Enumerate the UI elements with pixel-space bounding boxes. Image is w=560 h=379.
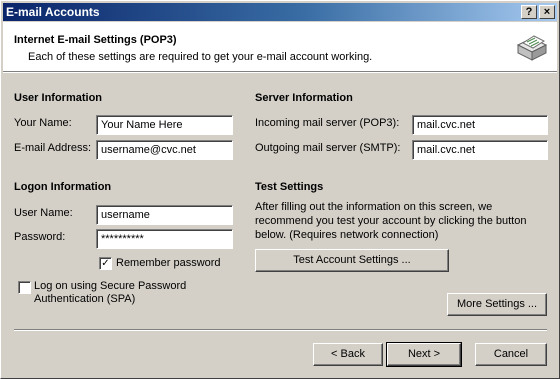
- your-name-label: Your Name:: [14, 117, 72, 129]
- test-settings-heading: Test Settings: [255, 181, 324, 193]
- username-field[interactable]: username: [96, 205, 233, 225]
- spa-checkbox[interactable]: [18, 281, 31, 294]
- next-button[interactable]: Next >: [386, 342, 462, 367]
- incoming-server-field[interactable]: mail.cvc.net: [412, 115, 548, 135]
- more-settings-button[interactable]: More Settings ...: [447, 293, 547, 316]
- spa-label-line2: Authentication (SPA): [34, 293, 136, 305]
- back-button[interactable]: < Back: [313, 343, 383, 366]
- close-button[interactable]: ×: [539, 5, 555, 19]
- incoming-server-label: Incoming mail server (POP3):: [255, 117, 400, 129]
- spa-label-line1: Log on using Secure Password: [34, 280, 187, 292]
- footer-divider: [14, 329, 547, 331]
- outgoing-server-label: Outgoing mail server (SMTP):: [255, 142, 401, 154]
- user-info-heading: User Information: [14, 92, 103, 104]
- password-field[interactable]: **********: [96, 229, 233, 249]
- your-name-field[interactable]: Your Name Here: [96, 115, 233, 135]
- header-title: Internet E-mail Settings (POP3): [14, 34, 177, 46]
- username-label: User Name:: [14, 207, 73, 219]
- email-envelope-icon: [516, 35, 548, 61]
- dialog-header: Internet E-mail Settings (POP3) Each of …: [3, 22, 557, 71]
- title-bar: E-mail Accounts ? ×: [3, 3, 557, 21]
- header-subtitle: Each of these settings are required to g…: [28, 51, 373, 63]
- cancel-button[interactable]: Cancel: [475, 343, 547, 366]
- window-title: E-mail Accounts: [6, 5, 100, 19]
- header-divider: [3, 71, 557, 73]
- email-accounts-dialog: E-mail Accounts ? × Internet E-mail Sett…: [0, 0, 560, 379]
- test-settings-description: After filling out the information on thi…: [255, 201, 527, 241]
- test-account-settings-button[interactable]: Test Account Settings ...: [255, 249, 449, 272]
- help-button[interactable]: ?: [521, 5, 537, 19]
- logon-info-heading: Logon Information: [14, 181, 112, 193]
- outgoing-server-field[interactable]: mail.cvc.net: [412, 140, 548, 160]
- password-label: Password:: [14, 231, 66, 243]
- remember-password-label: Remember password: [116, 257, 221, 269]
- server-info-heading: Server Information: [255, 92, 353, 104]
- email-address-label: E-mail Address:: [14, 142, 92, 154]
- remember-password-checkbox[interactable]: ✓: [99, 257, 112, 270]
- email-address-field[interactable]: username@cvc.net: [96, 140, 233, 160]
